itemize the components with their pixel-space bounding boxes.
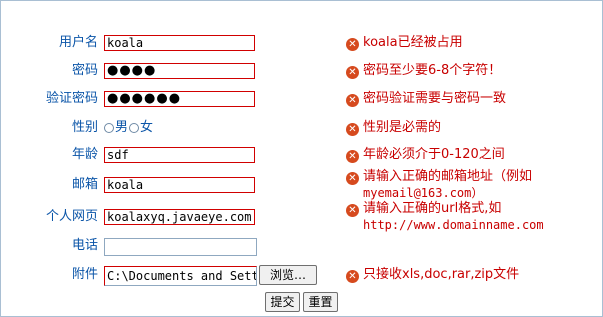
gender-option-male: 男 <box>115 120 129 135</box>
homepage-error-text: 请输入正确的url格式,如 <box>363 201 502 216</box>
age-error: ✕ 年龄必须介于0-120之间 <box>346 147 505 163</box>
error-x-icon: ✕ <box>346 123 359 136</box>
homepage-label: 个人网页 <box>45 209 98 224</box>
error-x-icon: ✕ <box>346 66 359 79</box>
gender-error: ✕ 性别是必需的 <box>346 120 441 136</box>
password-input[interactable]: ●●●● <box>104 63 255 79</box>
error-x-icon: ✕ <box>346 94 359 107</box>
attachment-error-text: 只接收xls,doc,rar,zip文件 <box>363 267 520 282</box>
homepage-error: ✕ 请输入正确的url格式,如 <box>346 201 501 217</box>
gender-radio-male[interactable] <box>104 123 114 133</box>
email-error-text: 请输入正确的邮箱地址（例如 <box>363 169 533 184</box>
username-label: 用户名 <box>58 35 98 50</box>
gender-option-female: 女 <box>140 120 154 135</box>
confirm-password-input[interactable]: ●●●●●● <box>104 91 255 107</box>
gender-radio-female[interactable] <box>129 123 140 133</box>
phone-input[interactable] <box>104 238 257 256</box>
confirm-password-error-text: 密码验证需要与密码一致 <box>363 91 507 106</box>
submit-button[interactable]: 提交 <box>265 292 300 312</box>
reset-button[interactable]: 重置 <box>303 292 338 312</box>
age-error-text: 年龄必须介于0-120之间 <box>363 147 505 162</box>
attachment-file-input[interactable]: C:\Documents and Sett <box>104 266 257 286</box>
error-x-icon: ✕ <box>346 38 359 51</box>
error-x-icon: ✕ <box>346 150 359 163</box>
confirm-password-error: ✕ 密码验证需要与密码一致 <box>346 91 506 107</box>
email-label: 邮箱 <box>71 177 98 192</box>
email-error-example: myemail@163.com） <box>363 186 484 200</box>
gender-radio-group: 男 女 <box>104 120 153 136</box>
homepage-input[interactable]: koalaxyq.javaeye.com <box>104 209 255 225</box>
username-error-text: koala已经被占用 <box>363 35 463 50</box>
gender-error-text: 性别是必需的 <box>363 120 442 135</box>
confirm-password-label: 验证密码 <box>45 91 98 106</box>
password-error: ✕ 密码至少要6-8个字符！ <box>346 63 501 79</box>
password-label: 密码 <box>71 63 98 78</box>
gender-label: 性别 <box>71 120 98 135</box>
email-error: ✕ 请输入正确的邮箱地址（例如 <box>346 169 532 185</box>
error-x-icon: ✕ <box>346 270 359 283</box>
password-error-text: 密码至少要6-8个字符！ <box>363 63 502 78</box>
username-error: ✕ koala已经被占用 <box>346 35 463 51</box>
homepage-error-example: http://www.domainname.com <box>363 218 544 232</box>
error-x-icon: ✕ <box>346 204 359 217</box>
phone-label: 电话 <box>71 238 98 253</box>
age-input[interactable]: sdf <box>104 147 255 163</box>
username-input[interactable]: koala <box>104 35 255 51</box>
error-x-icon: ✕ <box>346 172 359 185</box>
browse-button[interactable]: 浏览… <box>259 265 317 285</box>
email-input[interactable]: koala <box>104 177 255 193</box>
attachment-error: ✕ 只接收xls,doc,rar,zip文件 <box>346 267 519 283</box>
attachment-label: 附件 <box>71 267 98 282</box>
age-label: 年龄 <box>71 147 98 162</box>
